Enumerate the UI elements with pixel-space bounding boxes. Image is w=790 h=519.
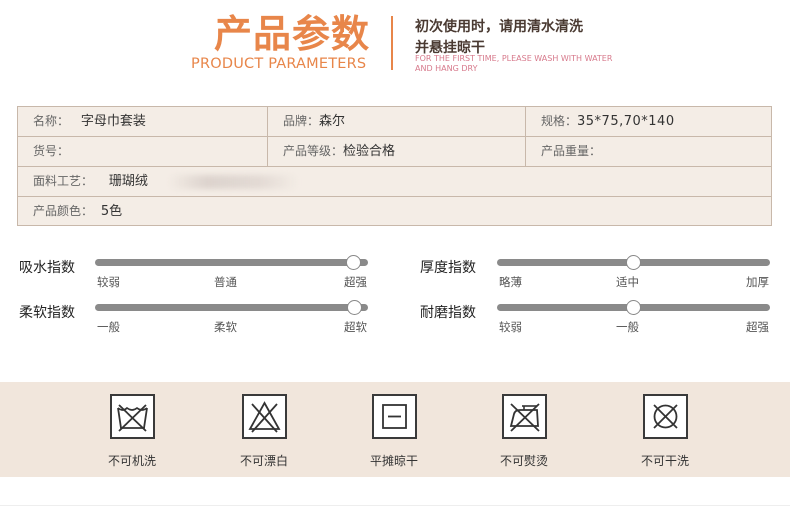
- color-label: 产品颜色：: [33, 204, 94, 218]
- tick-label: 略薄: [499, 275, 522, 289]
- color-cell: 产品颜色： 5色: [18, 197, 771, 226]
- grade-label: 产品等级：: [283, 144, 344, 158]
- slider-label: 耐磨指数: [420, 305, 476, 321]
- slider-label: 厚度指数: [420, 260, 476, 276]
- spec-cell: 规格：35*75,70*140: [525, 107, 771, 136]
- spec-value: 35*75,70*140: [577, 114, 675, 129]
- parameter-table: 名称： 字母巾套装 品牌：森尔 规格：35*75,70*140 货号： 产品等级…: [17, 106, 772, 226]
- page-title-cn: 产品参数: [214, 12, 371, 56]
- care-label: 平摊晾干: [369, 454, 418, 468]
- flat-dry-icon: [372, 394, 417, 439]
- brand-label: 品牌：: [283, 114, 320, 128]
- spec-label: 规格：: [541, 114, 578, 128]
- slider-knob: [626, 300, 641, 315]
- grade-value: 检验合格: [343, 144, 396, 159]
- brand-cell: 品牌：森尔: [267, 107, 527, 136]
- item-no-cell: 货号：: [18, 137, 268, 166]
- slider-track: [95, 259, 368, 266]
- care-label: 不可熨烫: [499, 454, 548, 468]
- header-divider: [391, 16, 393, 70]
- tick-label: 加厚: [746, 275, 769, 289]
- no-machine-wash-icon: [110, 394, 155, 439]
- weight-label: 产品重量：: [541, 144, 602, 158]
- no-dry-clean-icon: [643, 394, 688, 439]
- item-no-label: 货号：: [33, 144, 70, 158]
- bottom-divider: [0, 505, 790, 506]
- no-bleach-icon: [242, 394, 287, 439]
- fabric-value: 珊瑚绒: [108, 174, 148, 189]
- tick-label: 柔软: [214, 320, 237, 334]
- tick-label: 超软: [344, 320, 367, 334]
- grade-cell: 产品等级：检验合格: [267, 137, 527, 166]
- tick-label: 较弱: [97, 275, 120, 289]
- fabric-cell: 面料工艺： 珊瑚绒: [18, 167, 771, 196]
- table-row: 产品颜色： 5色: [18, 197, 771, 227]
- fabric-label: 面料工艺：: [33, 174, 94, 188]
- color-value: 5色: [100, 204, 123, 219]
- tick-label: 较弱: [499, 320, 522, 334]
- name-value: 字母巾套装: [80, 114, 146, 129]
- slider-track: [95, 304, 368, 311]
- table-row: 面料工艺： 珊瑚绒: [18, 167, 771, 197]
- tick-label: 适中: [616, 275, 639, 289]
- no-iron-icon: [502, 394, 547, 439]
- care-note-line1: 初次使用时，请用清水清洗: [415, 19, 583, 35]
- slider-knob: [347, 300, 362, 315]
- care-label: 不可漂白: [239, 454, 288, 468]
- brand-value: 森尔: [319, 114, 346, 129]
- tick-label: 超强: [746, 320, 769, 334]
- tick-label: 普通: [214, 275, 237, 289]
- tick-label: 超强: [344, 275, 367, 289]
- name-cell: 名称： 字母巾套装: [18, 107, 268, 136]
- care-label: 不可干洗: [640, 454, 689, 468]
- slider-knob: [346, 255, 361, 270]
- page-title-en: PRODUCT PARAMETERS: [191, 56, 367, 72]
- care-note-en: FOR THE FIRST TIME, PLEASE WASH WITH WAT…: [415, 54, 613, 73]
- tick-label: 一般: [616, 320, 639, 334]
- table-row: 名称： 字母巾套装 品牌：森尔 规格：35*75,70*140: [18, 107, 771, 137]
- blurred-watermark: [168, 175, 298, 189]
- weight-cell: 产品重量：: [525, 137, 771, 166]
- slider-label: 吸水指数: [19, 260, 75, 276]
- care-instructions: 不可机洗 不可漂白 平摊晾干 不可熨烫 不可干洗: [0, 382, 790, 477]
- name-label: 名称：: [33, 114, 70, 128]
- table-row: 货号： 产品等级：检验合格 产品重量：: [18, 137, 771, 167]
- tick-label: 一般: [97, 320, 120, 334]
- slider-knob: [626, 255, 641, 270]
- care-label: 不可机洗: [107, 454, 156, 468]
- slider-label: 柔软指数: [19, 305, 75, 321]
